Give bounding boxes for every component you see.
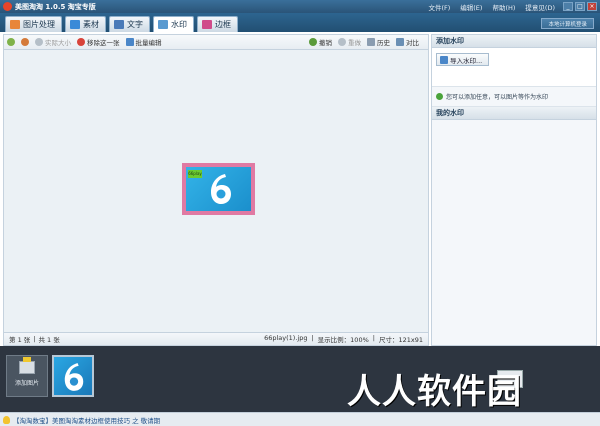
image-size: 尺寸：121x91 <box>378 336 423 344</box>
my-watermark-header: 我的水印 <box>432 107 596 120</box>
undo-icon <box>309 38 317 46</box>
add-picture-icon <box>19 357 35 374</box>
zoom-in-icon <box>7 38 15 46</box>
tab-photo-process[interactable]: 图片处理 <box>5 16 62 32</box>
tip-link[interactable]: 【淘淘数宝】美图淘淘素材边框使用技巧 之 敬请期 <box>13 415 160 425</box>
zoom-in-button[interactable] <box>7 38 15 46</box>
zoom-out-icon <box>21 38 29 46</box>
file-name: 66play(1).jpg <box>264 334 308 342</box>
watermark-panel: 添加水印 导入水印... 您可以添加任意，可以图片等作为水印 我的水印 <box>431 34 597 346</box>
photo-process-icon <box>10 20 20 29</box>
app-title: 美图淘淘 1.0.5 淘宝专版 <box>15 2 96 11</box>
redo-icon <box>338 38 346 46</box>
zoom-out-button[interactable] <box>21 38 29 46</box>
text-icon <box>114 20 124 29</box>
menu-help[interactable]: 帮助(H) <box>492 2 515 12</box>
tab-material[interactable]: 素材 <box>65 16 106 32</box>
batch-process-label: 批量编辑 <box>135 39 162 47</box>
import-watermark-button[interactable]: 导入水印... <box>436 53 490 66</box>
actual-size-icon <box>35 38 43 46</box>
undo-label: 撤销 <box>319 39 332 47</box>
lightbulb-icon <box>3 415 10 424</box>
maximize-button[interactable]: □ <box>575 2 585 11</box>
menu-bar: 文件(F) 编辑(E) 帮助(H) 提意见(D) <box>428 2 555 12</box>
six-logo-icon <box>64 363 84 391</box>
import-watermark-label: 导入水印... <box>450 56 483 65</box>
undo-button[interactable]: 撤销 <box>309 37 332 47</box>
zoom-level: 显示比例：100% <box>317 336 369 344</box>
tab-label: 水印 <box>171 20 187 29</box>
batch-icon <box>125 38 134 46</box>
six-logo-icon <box>211 174 231 204</box>
menu-edit[interactable]: 编辑(E) <box>460 2 482 12</box>
menu-file[interactable]: 文件(F) <box>428 2 450 12</box>
login-button[interactable]: 本地计算机登录 <box>541 18 594 29</box>
tab-label: 文字 <box>127 20 143 29</box>
compare-icon <box>396 38 404 46</box>
remove-one-label: 移除这一张 <box>87 39 120 47</box>
status-bar: 第 1 张 | 共 1 张 66play(1).jpg | 显示比例：100% … <box>3 332 429 346</box>
history-icon <box>367 38 375 46</box>
tab-text[interactable]: 文字 <box>109 16 150 32</box>
add-watermark-header: 添加水印 <box>432 35 596 48</box>
compare-button[interactable]: 对比 <box>396 37 419 47</box>
add-picture-label: 添加图片 <box>14 380 39 387</box>
history-label: 历史 <box>377 39 390 47</box>
watermark-hint: 您可以添加任意，可以图片等作为水印 <box>432 87 596 107</box>
page-total: 共 1 张 <box>38 336 60 344</box>
tab-label: 素材 <box>83 20 99 29</box>
page-index: 第 1 张 <box>9 336 31 344</box>
close-button[interactable]: × <box>587 2 597 11</box>
hint-text: 您可以添加任意，可以图片等作为水印 <box>446 94 549 101</box>
window-controls: _ □ × <box>563 2 597 11</box>
remove-icon <box>77 38 85 46</box>
tab-label: 边框 <box>215 20 231 29</box>
history-tools: 撤销 重做 历史 对比 <box>309 37 425 47</box>
status-info: 66play(1).jpg | 显示比例：100% | 尺寸：121x91 <box>264 334 423 344</box>
title-bar: 美图淘淘 1.0.5 淘宝专版 文件(F) 编辑(E) 帮助(H) 提意见(D)… <box>0 0 600 13</box>
compare-label: 对比 <box>406 39 419 47</box>
tab-bar: 图片处理 素材 文字 水印 边框 本地计算机登录 <box>0 13 600 32</box>
batch-process-button[interactable]: 批量编辑 <box>125 37 162 47</box>
minimize-button[interactable]: _ <box>563 2 573 11</box>
tab-frame[interactable]: 边框 <box>197 16 238 32</box>
import-icon <box>440 55 448 64</box>
image-thumbnail[interactable] <box>52 355 94 397</box>
watermark-overlay[interactable]: 66play <box>188 170 202 178</box>
edited-photo[interactable]: 66play <box>182 163 255 215</box>
actual-size-button[interactable]: 实际大小 <box>35 37 71 47</box>
history-button[interactable]: 历史 <box>367 37 390 47</box>
tab-watermark[interactable]: 水印 <box>153 16 194 32</box>
redo-label: 重做 <box>348 39 361 47</box>
image-canvas[interactable]: 66play <box>3 50 429 332</box>
frame-icon <box>202 20 212 29</box>
material-icon <box>70 20 80 29</box>
menu-feedback[interactable]: 提意见(D) <box>525 2 555 12</box>
actual-size-label: 实际大小 <box>45 39 71 47</box>
info-icon <box>436 93 443 100</box>
photo-content: 66play <box>186 167 251 211</box>
add-picture-button[interactable]: 添加图片 <box>6 355 48 397</box>
app-logo-icon <box>3 2 12 11</box>
watermark-icon <box>158 20 168 29</box>
add-watermark-section: 导入水印... <box>432 48 596 87</box>
redo-button[interactable]: 重做 <box>338 37 361 47</box>
tab-label: 图片处理 <box>23 20 55 29</box>
remove-one-button[interactable]: 移除这一张 <box>77 37 120 47</box>
toolbar: 实际大小 移除这一张 批量编辑 撤销 重做 历史 对比 <box>3 34 429 50</box>
brand-watermark: 人人软件园 <box>347 372 522 412</box>
tip-bar: 【淘淘数宝】美图淘淘素材边框使用技巧 之 敬请期 <box>0 412 600 426</box>
